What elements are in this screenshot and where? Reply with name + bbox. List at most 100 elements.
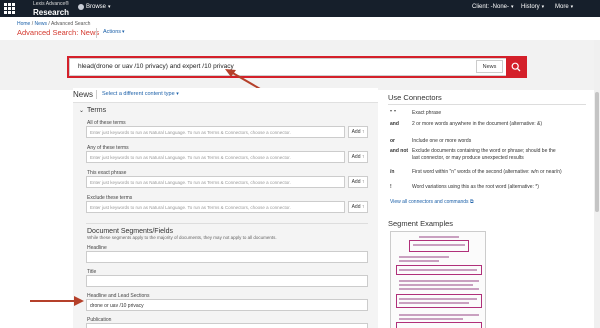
arrow-up-icon: ↑ <box>361 179 365 185</box>
chevron-down-icon: ▾ <box>108 4 111 10</box>
brand-line2: Research <box>33 8 70 17</box>
connectors-panel: Use Connectors " " Exact phrase and 2 or… <box>388 88 588 328</box>
doc-line <box>399 256 449 258</box>
connector-op: " " <box>390 110 397 116</box>
external-link-icon: ⧉ <box>469 199 474 205</box>
connector-desc: First word within "n" words of the secon… <box>412 169 562 175</box>
search-query-text[interactable]: hlead(drone or uav /10 privacy) and expe… <box>78 63 234 70</box>
segment-examples-thumbnail[interactable] <box>390 231 486 328</box>
doc-line <box>399 284 473 286</box>
title-input[interactable] <box>86 275 368 287</box>
breadcrumb-current: Advanced Search <box>50 21 91 27</box>
history-label: History <box>521 4 540 10</box>
section-divider <box>86 223 368 224</box>
headline-input[interactable] <box>86 251 368 263</box>
add-label: Add <box>351 129 361 135</box>
connector-op: ! <box>390 184 392 190</box>
select-content-type-label: Select a different content type <box>102 91 175 97</box>
chevron-down-icon: ▾ <box>122 29 125 35</box>
add-label: Add <box>351 154 361 160</box>
top-navigation-bar: Lexis Advance® Research Browse ▾ Client:… <box>0 0 600 17</box>
connector-desc: 2 or more words anywhere in the document… <box>412 121 543 127</box>
search-button[interactable] <box>506 58 526 76</box>
history-menu[interactable]: History ▾ <box>521 4 544 10</box>
doc-segment-box <box>396 294 482 308</box>
exact-phrase-input[interactable]: Enter just keywords to run as Natural La… <box>86 176 345 188</box>
add-button[interactable]: Add ↑ <box>348 126 368 138</box>
segment-examples-title: Segment Examples <box>388 219 454 228</box>
breadcrumb: Home / News / Advanced Search <box>17 21 90 27</box>
app-grid-icon[interactable] <box>4 3 15 14</box>
content-type-heading: News <box>73 90 94 99</box>
client-label: Client: -None- <box>472 4 510 10</box>
add-button[interactable]: Add ↑ <box>348 176 368 188</box>
connector-op: and not <box>390 148 409 154</box>
doc-segment-box <box>396 322 482 328</box>
browse-icon <box>78 4 84 10</box>
breadcrumb-news[interactable]: News <box>35 21 48 27</box>
add-label: Add <box>351 179 361 185</box>
segments-heading-text: Document Segments/Fields <box>87 228 173 235</box>
doc-line <box>399 314 479 316</box>
doc-line <box>399 298 477 300</box>
breadcrumb-home[interactable]: Home <box>17 21 30 27</box>
doc-line <box>399 280 479 282</box>
browse-label: Browse <box>86 4 107 10</box>
add-button[interactable]: Add ↑ <box>348 151 368 163</box>
terms-heading: Terms <box>87 107 107 114</box>
doc-line <box>399 260 439 262</box>
client-menu[interactable]: Client: -None- ▾ <box>472 4 514 10</box>
arrow-up-icon: ↑ <box>361 129 365 135</box>
terms-toggle[interactable]: ⌄ Terms <box>79 107 106 114</box>
chevron-down-icon: ▾ <box>511 4 514 10</box>
chevron-down-icon: ▾ <box>541 4 545 10</box>
search-scope-pill[interactable]: News <box>476 60 503 73</box>
actions-menu[interactable]: Actions ▾ <box>103 29 125 35</box>
any-terms-input[interactable]: Enter just keywords to run as Natural La… <box>86 151 345 163</box>
connector-desc: Exclude documents containing the word or… <box>412 148 556 161</box>
segments-description: While these segments apply to the majori… <box>87 235 277 240</box>
connector-desc: Exact phrase <box>412 110 442 116</box>
doc-segment-box <box>409 240 469 252</box>
all-terms-input[interactable]: Enter just keywords to run as Natural La… <box>86 126 345 138</box>
chevron-down-icon: ▾ <box>570 4 574 10</box>
arrow-up-icon: ↑ <box>361 154 365 160</box>
brand-line1: Lexis Advance® <box>33 1 69 7</box>
actions-label: Actions <box>103 29 122 35</box>
connector-op: or <box>390 138 395 144</box>
scrollbar-thumb[interactable] <box>595 92 599 212</box>
panel-divider <box>388 104 586 105</box>
doc-line <box>399 302 469 304</box>
more-menu[interactable]: More ▾ <box>555 4 573 10</box>
connectors-title: Use Connectors <box>388 93 442 102</box>
doc-line <box>399 288 479 290</box>
browse-menu[interactable]: Browse ▾ <box>78 4 111 10</box>
add-button[interactable]: Add ↑ <box>348 201 368 213</box>
chevron-down-icon: ▾ <box>176 91 179 97</box>
add-label: Add <box>351 204 361 210</box>
search-icon <box>511 62 521 72</box>
segments-heading: Document Segments/Fields <box>87 228 173 235</box>
view-all-connectors-link[interactable]: View all connectors and commands ⧉ <box>390 199 474 205</box>
publication-input[interactable] <box>86 323 368 328</box>
exclude-terms-input[interactable]: Enter just keywords to run as Natural La… <box>86 201 345 213</box>
search-form-panel: News Select a different content type ▾ ⌄… <box>73 88 378 328</box>
arrow-up-icon: ↑ <box>361 204 365 210</box>
heading-divider <box>96 90 97 99</box>
title-divider <box>96 28 97 38</box>
terms-section: ⌄ Terms All of these terms Enter just ke… <box>73 102 378 328</box>
doc-line <box>413 244 465 246</box>
more-label: More <box>555 4 569 10</box>
connector-op: /n <box>390 169 395 175</box>
product-logo[interactable]: Lexis Advance® Research <box>33 1 70 17</box>
doc-line <box>399 269 477 271</box>
connector-desc: Word variations using this as the root w… <box>412 184 539 190</box>
connector-desc: Include one or more words <box>412 138 472 144</box>
headline-lead-input[interactable]: drone or uav /10 privacy <box>86 299 368 311</box>
select-content-type-link[interactable]: Select a different content type ▾ <box>102 91 179 97</box>
doc-line <box>419 236 459 238</box>
chevron-down-icon: ⌄ <box>79 108 85 114</box>
page-title: Advanced Search: News <box>17 28 100 37</box>
doc-line <box>399 318 463 320</box>
connector-op: and <box>390 121 399 127</box>
